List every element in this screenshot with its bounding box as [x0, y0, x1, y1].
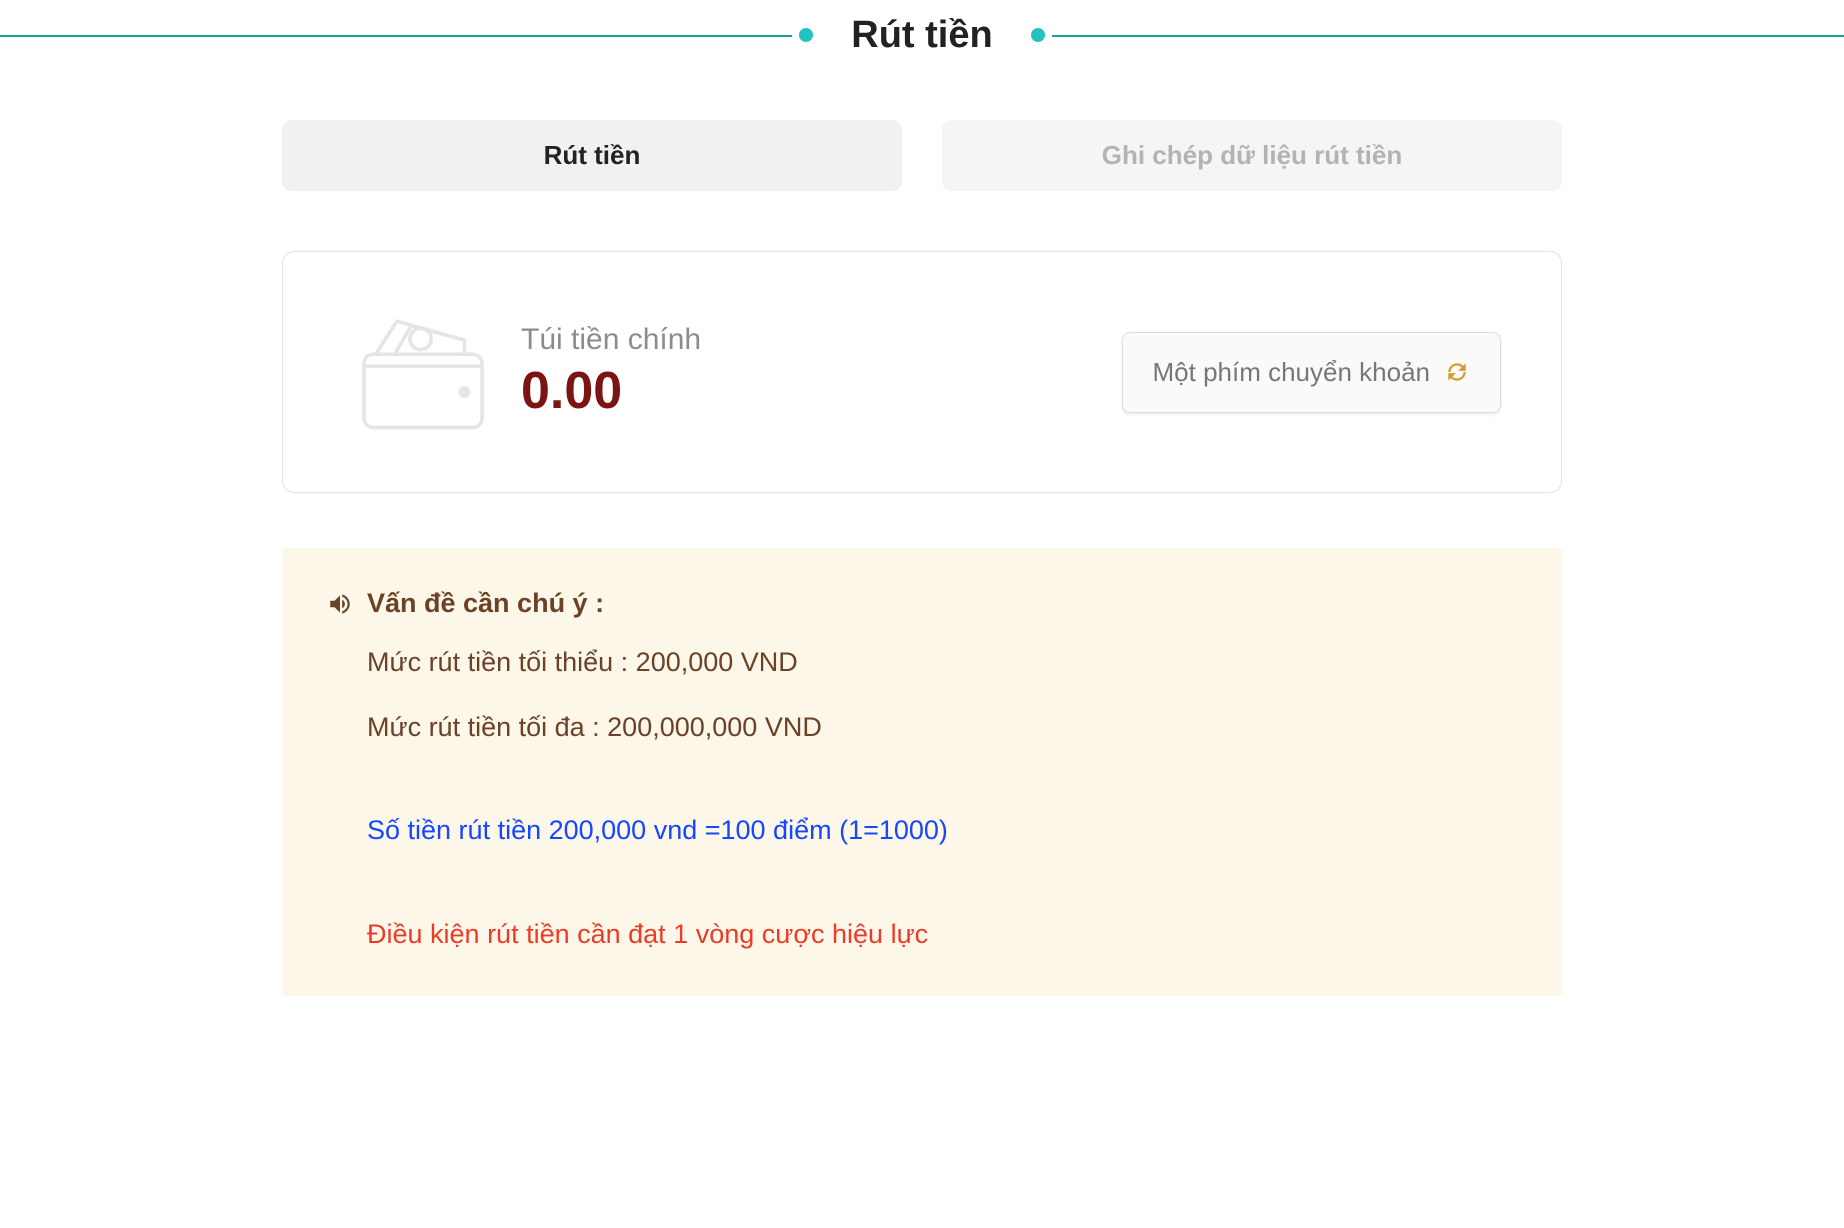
wallet-card: Túi tiền chính 0.00 Một phím chuyển khoả…: [282, 251, 1562, 493]
page-title: Rút tiền: [821, 14, 1022, 57]
wallet-amount: 0.00: [521, 361, 701, 421]
transfer-button[interactable]: Một phím chuyển khoản: [1122, 332, 1502, 413]
transfer-button-label: Một phím chuyển khoản: [1153, 357, 1431, 388]
notice-rate: Số tiền rút tiền 200,000 vnd =100 điểm (…: [367, 809, 1517, 852]
refresh-icon: [1444, 359, 1470, 385]
header-divider: Rút tiền: [0, 10, 1844, 60]
wallet-info: Túi tiền chính 0.00: [343, 302, 701, 442]
speaker-icon: [327, 591, 353, 617]
tabs-row: Rút tiền Ghi chép dữ liệu rút tiền: [282, 120, 1562, 191]
wallet-label: Túi tiền chính: [521, 323, 701, 357]
notice-min: Mức rút tiền tối thiểu : 200,000 VND: [367, 641, 1517, 684]
notice-heading: Vấn đề cần chú ý :: [367, 588, 604, 619]
notice-condition: Điều kiện rút tiền cần đạt 1 vòng cược h…: [367, 913, 1517, 956]
divider-dot-left: [799, 28, 813, 42]
notice-max: Mức rút tiền tối đa : 200,000,000 VND: [367, 706, 1517, 749]
notice-box: Vấn đề cần chú ý : Mức rút tiền tối thiể…: [282, 548, 1562, 996]
tab-withdraw-history[interactable]: Ghi chép dữ liệu rút tiền: [942, 120, 1562, 191]
divider-dot-right: [1031, 28, 1045, 42]
notice-heading-row: Vấn đề cần chú ý :: [327, 588, 1517, 619]
wallet-icon: [343, 302, 503, 442]
tab-withdraw[interactable]: Rút tiền: [282, 120, 902, 191]
